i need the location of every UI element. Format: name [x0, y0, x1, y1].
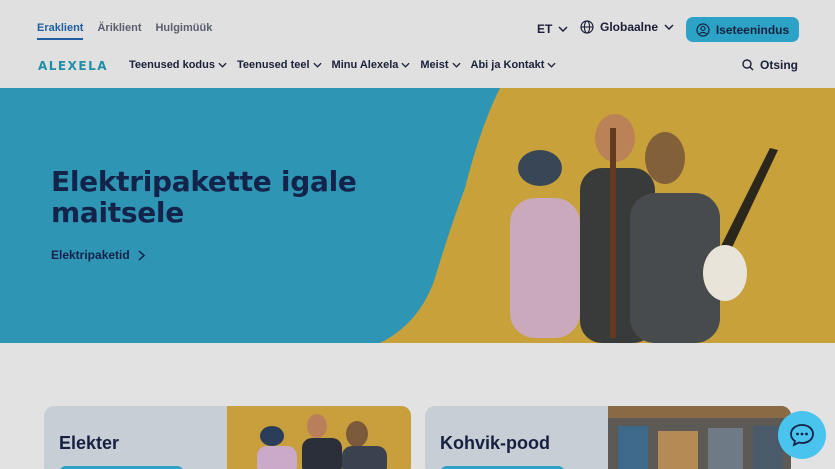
nav-item-teenused-teel[interactable]: Teenused teel — [237, 59, 322, 71]
user-icon — [696, 22, 710, 37]
chevron-down-icon — [312, 62, 322, 68]
card-title: Kohvik-pood — [440, 433, 550, 453]
chevron-right-icon — [138, 249, 145, 261]
main-nav: Teenused kodus Teenused teel Minu Alexel… — [129, 59, 557, 71]
chat-button[interactable] — [778, 411, 826, 459]
chevron-down-icon — [218, 62, 227, 68]
nav-item-teenused-kodus[interactable]: Teenused kodus — [129, 59, 227, 71]
hero-banner: Elektripakette igale maitsele Elektripak… — [0, 88, 835, 343]
language-selector[interactable]: ET — [537, 22, 568, 36]
card-image — [608, 406, 791, 469]
segment-tab-eraklient[interactable]: Eraklient — [37, 22, 84, 40]
chevron-down-icon — [401, 62, 410, 68]
hero-title-line-2: maitsele — [51, 196, 184, 229]
hero-link-label: Elektripaketid — [51, 248, 130, 262]
nav-item-minu-alexela[interactable]: Minu Alexela — [332, 59, 411, 71]
nav-item-label: Teenused teel — [236, 59, 310, 71]
chevron-down-icon — [547, 62, 557, 68]
hero-title: Elektripakette igale maitsele — [51, 166, 357, 228]
segment-tab-ariklient[interactable]: Äriklient — [97, 22, 141, 40]
customer-segment-tabs: Eraklient Äriklient Hulgimüük — [37, 22, 212, 40]
card-elekter[interactable]: Elekter — [44, 406, 411, 469]
language-label: ET — [537, 22, 553, 36]
search-button[interactable]: Otsing — [742, 58, 798, 72]
globe-icon — [580, 20, 594, 34]
region-selector[interactable]: Globaalne — [580, 20, 674, 34]
chevron-down-icon — [664, 24, 674, 30]
region-label: Globaalne — [600, 20, 659, 34]
hero-link-elektripaketid[interactable]: Elektripaketid — [51, 248, 145, 262]
self-service-label: Iseteenindus — [715, 22, 790, 37]
chevron-down-icon — [558, 26, 568, 32]
self-service-button[interactable]: Iseteenindus — [686, 17, 799, 42]
segment-tab-hulgimuuk[interactable]: Hulgimüük — [155, 22, 212, 40]
nav-item-label: Minu Alexela — [331, 59, 399, 71]
card-kohvik-pood[interactable]: Kohvik-pood — [425, 406, 791, 469]
hero-image — [380, 88, 835, 343]
nav-item-label: Abi ja Kontakt — [470, 59, 545, 71]
card-title: Elekter — [59, 433, 120, 453]
nav-item-meist[interactable]: Meist — [420, 59, 461, 71]
chat-bubble-icon — [790, 424, 814, 447]
nav-item-label: Teenused kodus — [129, 59, 215, 71]
search-label: Otsing — [760, 58, 798, 72]
nav-item-abi-ja-kontakt[interactable]: Abi ja Kontakt — [471, 59, 557, 71]
hero-title-line-1: Elektripakette igale — [51, 165, 357, 198]
chevron-down-icon — [451, 62, 461, 68]
search-icon — [742, 59, 754, 71]
card-image — [227, 406, 411, 469]
site-header: Eraklient Äriklient Hulgimüük ET Globaal… — [0, 0, 835, 88]
nav-item-label: Meist — [420, 59, 449, 71]
alexela-logo[interactable]: ALEXELA — [38, 59, 108, 73]
